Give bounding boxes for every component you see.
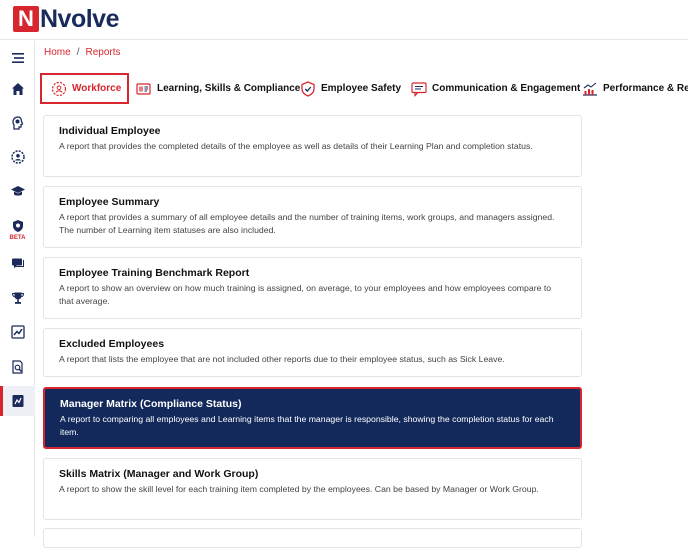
report-card-manager-matrix[interactable]: Manager Matrix (Compliance Status) A rep… (43, 387, 582, 449)
report-card-employee-summary[interactable]: Employee Summary A report that provides … (43, 186, 582, 248)
report-description: A report to show an overview on how much… (59, 283, 552, 306)
breadcrumb-separator: / (76, 47, 80, 58)
report-card-employee-training-benchmark[interactable]: Employee Training Benchmark Report A rep… (43, 257, 582, 319)
performance-icon (583, 82, 597, 96)
tab-label: Performance & Reco (603, 83, 688, 94)
sidebar-item-courses[interactable] (0, 176, 35, 206)
chart-icon (10, 325, 25, 339)
tab-label: Employee Safety (321, 83, 402, 94)
learning-head-icon (11, 116, 23, 130)
workforce-icon (51, 81, 67, 96)
user-gear-icon (10, 150, 25, 164)
sidebar: BETA (0, 41, 35, 537)
sidebar-item-awards[interactable] (0, 283, 35, 313)
report-description: A report to comparing all employees and … (60, 414, 554, 437)
tab-employee-safety[interactable]: Employee Safety (299, 73, 401, 104)
report-description: A report to show the skill level for eac… (59, 484, 539, 494)
breadcrumb: Home / Reports (44, 47, 120, 58)
beta-shield-icon (12, 219, 23, 232)
communication-icon (411, 81, 427, 97)
chat-icon (11, 258, 24, 269)
logo-text: Nvolve (40, 4, 119, 33)
top-bar: N Nvolve (0, 0, 688, 40)
report-card-individual-employee[interactable]: Individual Employee A report that provid… (43, 115, 582, 177)
tab-workforce[interactable]: Workforce (40, 73, 130, 104)
sidebar-item-messages[interactable] (0, 249, 35, 279)
tab-label: Learning, Skills & Compliance (157, 83, 301, 94)
report-category-tabs: Workforce Learning, Skills & Compliance … (35, 70, 688, 108)
beta-badge: BETA (9, 234, 26, 241)
report-card-skills-matrix[interactable]: Skills Matrix (Manager and Work Group) A… (43, 458, 582, 520)
report-title: Skills Matrix (Manager and Work Group) (59, 468, 259, 480)
tab-performance[interactable]: Performance & Reco (581, 73, 688, 104)
logo-mark: N (13, 6, 39, 32)
tab-communication-engagement[interactable]: Communication & Engagement (410, 73, 580, 104)
home-icon (11, 83, 24, 95)
tab-learning-skills-compliance[interactable]: Learning, Skills & Compliance (135, 73, 300, 104)
learning-icon (136, 82, 151, 95)
report-title: Manager Matrix (Compliance Status) (60, 398, 242, 410)
sidebar-item-search-docs[interactable] (0, 352, 35, 382)
tab-label: Workforce (72, 83, 122, 94)
document-search-icon (11, 360, 23, 374)
tab-label: Communication & Engagement (432, 83, 581, 94)
report-description: A report that provides the completed det… (59, 141, 533, 151)
logo[interactable]: N Nvolve (13, 4, 119, 33)
sidebar-item-beta[interactable]: BETA (0, 212, 35, 246)
graduation-cap-icon (10, 186, 25, 196)
report-title: Employee Summary (59, 196, 160, 208)
sidebar-item-home[interactable] (0, 74, 35, 104)
sidebar-item-analytics[interactable] (0, 317, 35, 347)
report-title: Individual Employee (59, 125, 161, 137)
menu-icon (11, 53, 24, 63)
reports-icon (12, 395, 23, 407)
sidebar-item-reports[interactable] (0, 386, 35, 416)
report-title: Excluded Employees (59, 338, 165, 350)
trophy-icon (11, 292, 24, 304)
report-card-partial[interactable] (43, 528, 582, 548)
sidebar-item-learning[interactable] (0, 108, 35, 138)
report-title: Employee Training Benchmark Report (59, 267, 250, 279)
report-description: A report that provides a summary of all … (59, 212, 555, 235)
breadcrumb-home[interactable]: Home (44, 47, 71, 58)
report-card-excluded-employees[interactable]: Excluded Employees A report that lists t… (43, 328, 582, 377)
report-description: A report that lists the employee that ar… (59, 354, 505, 364)
breadcrumb-current[interactable]: Reports (85, 47, 120, 58)
menu-button[interactable] (0, 43, 35, 73)
safety-icon (301, 80, 315, 97)
sidebar-item-users[interactable] (0, 142, 35, 172)
